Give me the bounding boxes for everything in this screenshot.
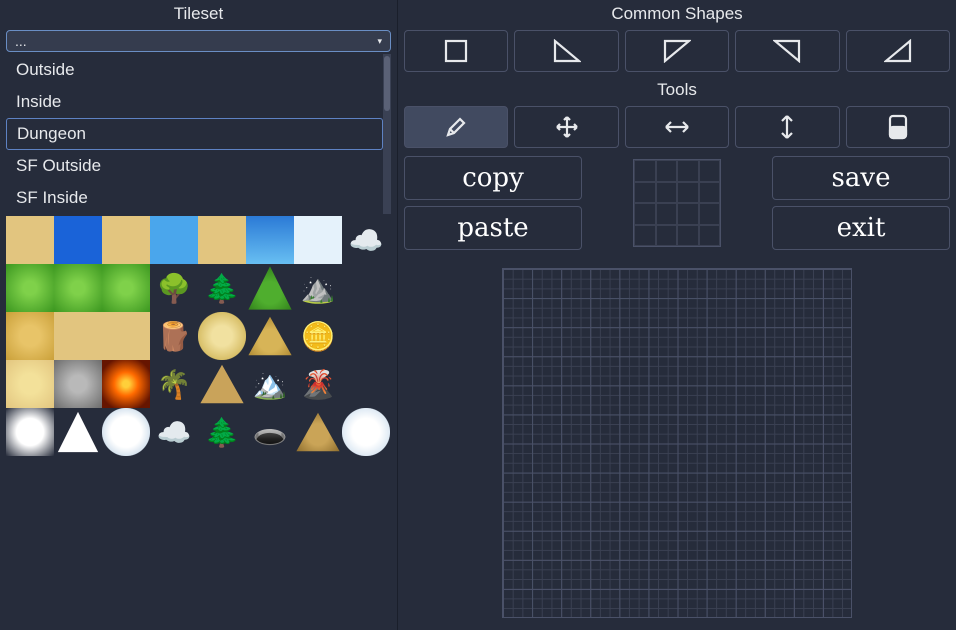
save-button[interactable]: save [772, 156, 950, 200]
chevron-down-icon: ▾ [377, 37, 382, 46]
tool-move[interactable] [514, 106, 618, 148]
tile[interactable]: ⛰️ [294, 264, 342, 312]
action-row: copy paste save exit [402, 152, 952, 254]
shapes-title: Common Shapes [402, 0, 952, 30]
shape-triangle-tr[interactable] [735, 30, 839, 72]
triangle-bl-icon [553, 39, 581, 63]
tile[interactable] [198, 360, 246, 408]
tile[interactable] [294, 216, 342, 264]
tile[interactable] [6, 216, 54, 264]
tileset-dropdown-list: Outside Inside Dungeon SF Outside SF Ins… [0, 54, 391, 214]
tile[interactable] [294, 408, 342, 456]
exit-button[interactable]: exit [772, 206, 950, 250]
tile[interactable]: ☁️ [150, 408, 198, 456]
triangle-tl-icon [663, 39, 691, 63]
tile[interactable]: 🪙 [294, 312, 342, 360]
tile[interactable] [246, 312, 294, 360]
tile[interactable] [342, 360, 390, 408]
tile[interactable] [54, 264, 102, 312]
scrollbar-thumb[interactable] [384, 56, 390, 111]
tile[interactable]: ☁️ [342, 216, 390, 264]
tile[interactable]: 🏔️ [246, 360, 294, 408]
copy-button[interactable]: copy [404, 156, 582, 200]
tileset-option-dungeon[interactable]: Dungeon [6, 118, 383, 150]
tools-row [402, 106, 952, 152]
tile[interactable] [246, 264, 294, 312]
tile[interactable] [54, 360, 102, 408]
tile[interactable] [102, 264, 150, 312]
tile[interactable]: 🌴 [150, 360, 198, 408]
editor-canvas[interactable] [502, 268, 852, 618]
contrast-icon [888, 114, 908, 140]
tileset-panel: Tileset ... ▾ Outside Inside Dungeon SF … [0, 0, 398, 630]
tile[interactable] [102, 360, 150, 408]
square-icon [444, 39, 468, 63]
tile[interactable] [198, 216, 246, 264]
tile[interactable]: 🕳️ [246, 408, 294, 456]
tile[interactable] [54, 408, 102, 456]
tile-grid[interactable]: ☁️ 🌳 🌲 ⛰️ 🪵 🪙 🌴 🏔️ 🌋 ☁️ 🌲 🕳️ [6, 216, 391, 456]
triangle-tr-icon [773, 39, 801, 63]
tileset-option-outside[interactable]: Outside [6, 54, 383, 86]
tileset-option-inside[interactable]: Inside [6, 86, 383, 118]
tile[interactable] [342, 408, 390, 456]
shape-triangle-tl[interactable] [625, 30, 729, 72]
shapes-row [402, 30, 952, 76]
shape-triangle-bl[interactable] [514, 30, 618, 72]
paste-button[interactable]: paste [404, 206, 582, 250]
tile[interactable] [102, 216, 150, 264]
tile[interactable]: 🌲 [198, 408, 246, 456]
shape-square[interactable] [404, 30, 508, 72]
tile[interactable] [342, 312, 390, 360]
tile[interactable] [6, 312, 54, 360]
tileset-title: Tileset [0, 0, 397, 30]
tool-contrast[interactable] [846, 106, 950, 148]
tile[interactable] [102, 312, 150, 360]
tile[interactable] [246, 216, 294, 264]
tile[interactable]: 🌋 [294, 360, 342, 408]
canvas-wrap [402, 254, 952, 630]
tileset-option-sf-outside[interactable]: SF Outside [6, 150, 383, 182]
move-icon [554, 114, 580, 140]
h-arrows-icon [663, 118, 691, 136]
tile[interactable] [54, 312, 102, 360]
tile[interactable] [6, 408, 54, 456]
tile[interactable]: 🪵 [150, 312, 198, 360]
tile[interactable] [342, 264, 390, 312]
v-arrows-icon [778, 113, 796, 141]
tool-v-arrows[interactable] [735, 106, 839, 148]
tool-h-arrows[interactable] [625, 106, 729, 148]
tile[interactable] [198, 312, 246, 360]
tile[interactable] [6, 360, 54, 408]
tileset-option-sf-inside[interactable]: SF Inside [6, 182, 383, 214]
tile[interactable] [102, 408, 150, 456]
tile[interactable]: 🌲 [198, 264, 246, 312]
right-panel: Common Shapes Tools [398, 0, 956, 630]
tileset-dropdown[interactable]: ... ▾ [6, 30, 391, 52]
dropdown-value: ... [15, 33, 27, 49]
tile[interactable] [6, 264, 54, 312]
pencil-icon [444, 115, 468, 139]
preview-grid[interactable] [633, 159, 721, 247]
tile[interactable]: 🌳 [150, 264, 198, 312]
tile[interactable] [54, 216, 102, 264]
tools-title: Tools [402, 76, 952, 106]
triangle-br-icon [884, 39, 912, 63]
tool-pencil[interactable] [404, 106, 508, 148]
shape-triangle-br[interactable] [846, 30, 950, 72]
tile[interactable] [150, 216, 198, 264]
